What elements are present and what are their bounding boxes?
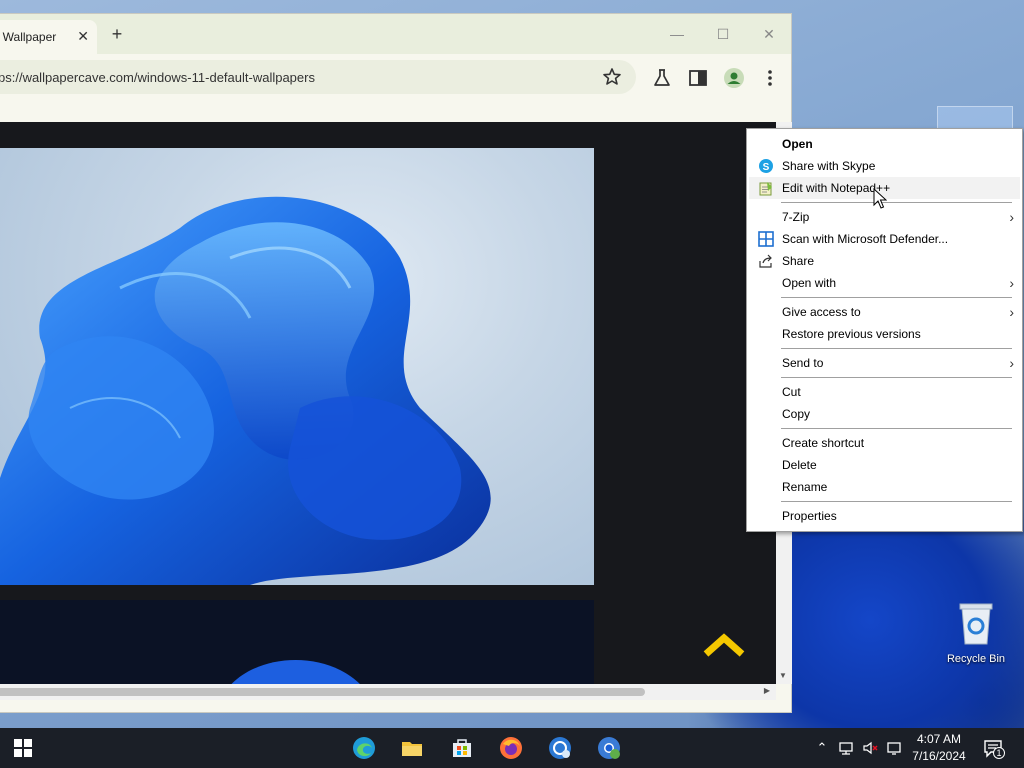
show-hidden-icons-chevron-icon[interactable]: ⌃ <box>814 740 830 756</box>
display-icon[interactable] <box>886 740 902 756</box>
menu-item-label: Share with Skype <box>782 159 876 173</box>
menu-item-label: Cut <box>782 385 801 399</box>
submenu-chevron-icon: › <box>1009 209 1014 225</box>
menu-item-label: Delete <box>782 458 817 472</box>
menu-item-rename[interactable]: Rename <box>749 476 1020 498</box>
windows-start-icon[interactable] <box>14 739 32 757</box>
menu-item-label: Give access to <box>782 305 861 319</box>
file-explorer-icon[interactable] <box>400 736 424 760</box>
menu-item-open[interactable]: Open <box>749 133 1020 155</box>
recycle-bin-icon <box>959 603 993 645</box>
store-icon[interactable] <box>450 736 474 760</box>
menu-item-cut[interactable]: Cut <box>749 381 1020 403</box>
bookmark-star-icon[interactable] <box>602 67 622 87</box>
page-viewport <box>0 122 776 684</box>
notification-center-button[interactable]: 1 <box>983 739 1005 759</box>
bloom-image-2 <box>231 660 360 684</box>
menu-item-open-with[interactable]: Open with › <box>749 272 1020 294</box>
menu-item-create-shortcut[interactable]: Create shortcut <box>749 432 1020 454</box>
share-icon <box>759 254 772 268</box>
wallpaper-preview-image-2[interactable] <box>0 600 594 684</box>
system-clock[interactable]: 4:07 AM 7/16/2024 <box>906 731 972 765</box>
menu-item-label: Create shortcut <box>782 436 865 450</box>
submenu-chevron-icon: › <box>1009 275 1014 291</box>
defender-icon <box>758 231 774 247</box>
browser-menu-icon[interactable] <box>759 67 781 89</box>
mouse-cursor-icon <box>873 188 887 209</box>
svg-text:S: S <box>763 162 770 173</box>
recycle-bin-label: Recycle Bin <box>946 653 1006 665</box>
browser-icon[interactable] <box>548 736 572 760</box>
menu-item-label: Open <box>782 137 813 151</box>
submenu-chevron-icon: › <box>1009 304 1014 320</box>
new-tab-button[interactable]: + <box>108 24 126 44</box>
menu-item-send-to[interactable]: Send to › <box>749 352 1020 374</box>
scroll-right-arrow-icon[interactable]: ▶ <box>764 686 770 695</box>
taskbar: ⌃ 4:07 AM 7/16/2024 1 <box>0 728 1024 768</box>
menu-item-share[interactable]: Share <box>749 250 1020 272</box>
horizontal-scroll-thumb[interactable] <box>0 688 645 696</box>
chrome-icon[interactable] <box>597 736 621 760</box>
menu-item-label: Restore previous versions <box>782 327 921 341</box>
horizontal-scrollbar[interactable]: ▶ <box>0 684 776 700</box>
menu-item-share-with-skype[interactable]: S Share with Skype <box>749 155 1020 177</box>
close-window-button[interactable]: ✕ <box>759 24 779 44</box>
menu-separator <box>749 498 1020 505</box>
menu-item-scan-defender[interactable]: Scan with Microsoft Defender... <box>749 228 1020 250</box>
menu-item-label: Properties <box>782 509 837 523</box>
profile-avatar-icon[interactable] <box>723 67 745 89</box>
menu-separator <box>749 345 1020 352</box>
desktop-icon-recycle-bin[interactable]: Recycle Bin <box>938 600 1014 665</box>
labs-flask-icon[interactable] <box>651 67 673 89</box>
menu-separator <box>749 374 1020 381</box>
scroll-down-arrow-icon[interactable]: ▼ <box>779 671 787 680</box>
menu-item-label: Scan with Microsoft Defender... <box>782 232 949 246</box>
menu-item-label: 7-Zip <box>782 210 810 224</box>
tab-close-icon[interactable]: ✕ <box>77 28 89 45</box>
skype-icon: S <box>759 159 773 173</box>
submenu-chevron-icon: › <box>1009 355 1014 371</box>
tab-title: t Wallpaper <box>0 30 57 44</box>
menu-separator <box>749 294 1020 301</box>
browser-toolbar: ps://wallpapercave.com/windows-11-defaul… <box>0 54 791 102</box>
bloom-image <box>0 196 491 585</box>
firefox-icon[interactable] <box>499 736 523 760</box>
clock-time: 4:07 AM <box>916 732 962 746</box>
volume-muted-icon[interactable] <box>862 740 878 756</box>
tab-strip: t Wallpaper ✕ + — ☐ ✕ <box>0 14 791 54</box>
scroll-to-top-icon[interactable] <box>702 630 746 660</box>
network-icon[interactable] <box>838 740 854 756</box>
address-bar[interactable]: ps://wallpapercave.com/windows-11-defaul… <box>0 60 636 94</box>
menu-item-label: Rename <box>782 480 828 494</box>
menu-item-delete[interactable]: Delete <box>749 454 1020 476</box>
menu-item-label: Send to <box>782 356 824 370</box>
clock-date: 7/16/2024 <box>912 749 966 763</box>
wallpaper-preview-image[interactable] <box>0 148 594 585</box>
notepadpp-icon <box>759 182 772 196</box>
notification-count-badge: 1 <box>996 748 1002 758</box>
tab-active[interactable]: t Wallpaper ✕ <box>0 20 97 54</box>
side-panel-icon[interactable] <box>687 67 709 89</box>
menu-item-give-access-to[interactable]: Give access to › <box>749 301 1020 323</box>
menu-separator <box>749 425 1020 432</box>
menu-item-restore-previous-versions[interactable]: Restore previous versions <box>749 323 1020 345</box>
menu-item-copy[interactable]: Copy <box>749 403 1020 425</box>
menu-item-label: Copy <box>782 407 811 421</box>
menu-item-properties[interactable]: Properties <box>749 505 1020 527</box>
edge-icon[interactable] <box>352 736 376 760</box>
maximize-button[interactable]: ☐ <box>713 24 733 44</box>
menu-item-label: Open with <box>782 276 837 290</box>
minimize-button[interactable]: — <box>667 24 687 44</box>
menu-item-label: Share <box>782 254 815 268</box>
url-text: ps://wallpapercave.com/windows-11-defaul… <box>0 69 315 85</box>
